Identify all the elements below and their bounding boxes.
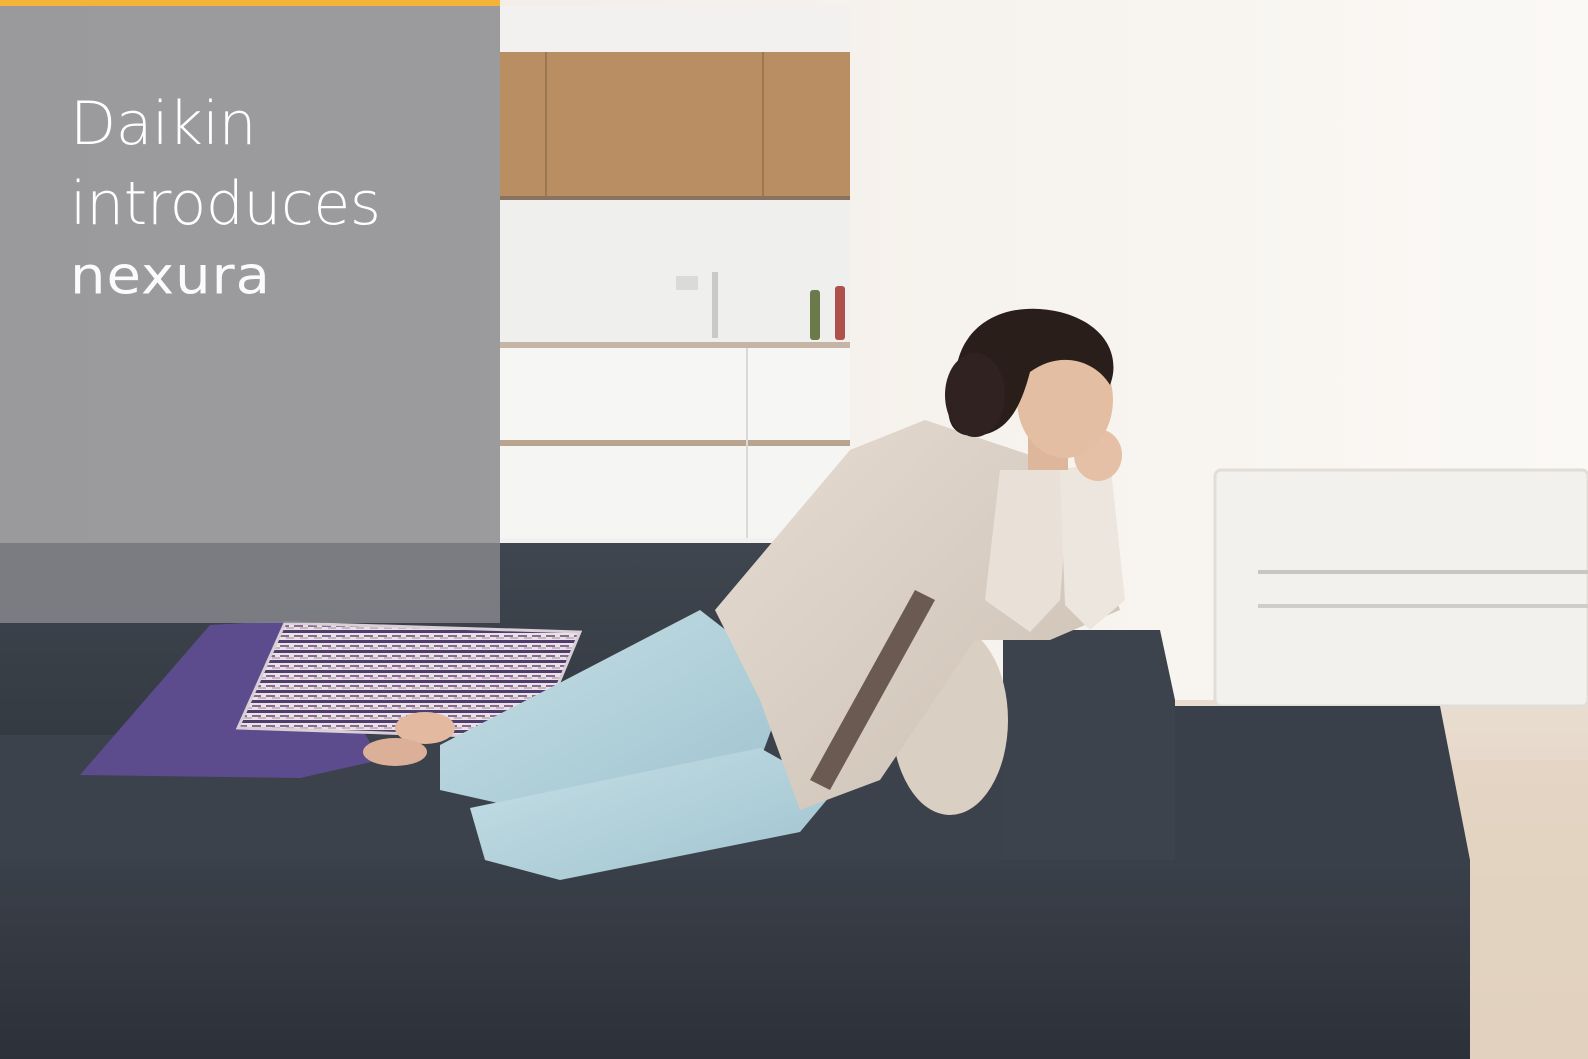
title-panel: Daikin introduces nexura — [0, 6, 500, 623]
product-name: nexura — [70, 246, 271, 307]
headline-verb: introduces — [70, 169, 381, 239]
headline-brand: Daikin — [70, 89, 257, 159]
hero-page: Daikin introduces nexura — [0, 0, 1588, 1059]
headline: Daikin introduces nexura — [70, 84, 381, 316]
